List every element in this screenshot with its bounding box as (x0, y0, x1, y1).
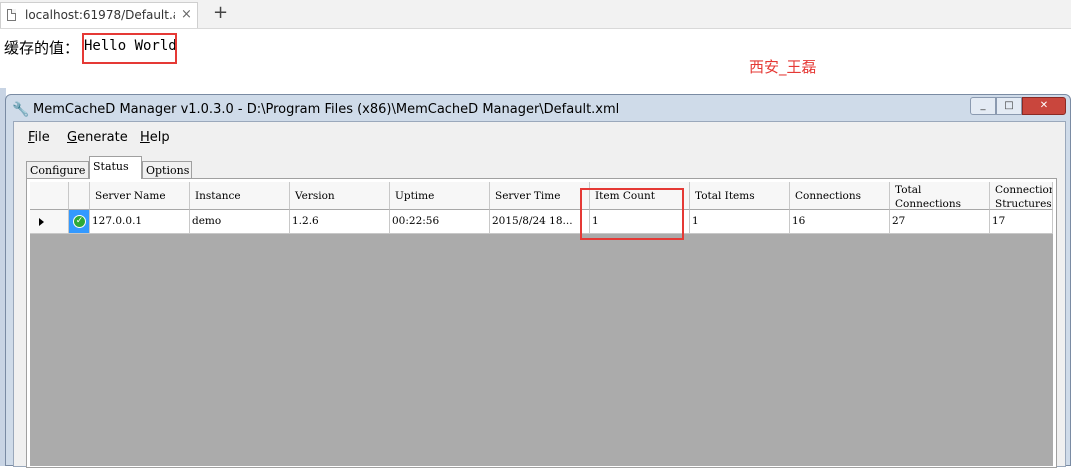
column-header-server-time[interactable]: Server Time (490, 182, 590, 210)
column-header-total-connections[interactable]: Total Connections (890, 182, 990, 210)
highlight-box-cache-value (82, 33, 177, 64)
window-title: MemCacheD Manager v1.0.3.0 - D:\Program … (33, 102, 620, 117)
column-header-version[interactable]: Version (290, 182, 390, 210)
memcached-manager-window: 🔧 MemCacheD Manager v1.0.3.0 - D:\Progra… (5, 94, 1071, 468)
cell-total-items[interactable]: 1 (690, 210, 790, 234)
grid-row-header-corner (30, 182, 69, 210)
browser-tab-strip: localhost:61978/Default.as × + (0, 0, 1071, 29)
column-header-connection-structures[interactable]: Connection Structures (990, 182, 1053, 210)
row-status-cell[interactable]: ✓ (69, 210, 90, 234)
wrench-icon: 🔧 (12, 102, 30, 118)
minimize-button[interactable]: _ (970, 97, 996, 115)
row-header[interactable] (30, 210, 69, 234)
cell-uptime[interactable]: 00:22:56 (390, 210, 490, 234)
column-header-server-name[interactable]: Server Name (90, 182, 190, 210)
cell-version[interactable]: 1.2.6 (290, 210, 390, 234)
current-row-arrow-icon (39, 218, 44, 226)
close-tab-icon[interactable]: × (181, 7, 192, 22)
grid-status-header (69, 182, 90, 210)
status-tab-panel: Server Name Instance Version Uptime Serv… (26, 178, 1057, 468)
tab-options[interactable]: Options (142, 161, 192, 179)
column-header-instance[interactable]: Instance (190, 182, 290, 210)
window-titlebar[interactable]: 🔧 MemCacheD Manager v1.0.3.0 - D:\Progra… (6, 95, 1070, 123)
tab-status[interactable]: Status (89, 156, 142, 179)
column-header-uptime[interactable]: Uptime (390, 182, 490, 210)
cell-connections[interactable]: 16 (790, 210, 890, 234)
cell-server-time[interactable]: 2015/8/24 18... (490, 210, 590, 234)
page-icon (7, 9, 16, 21)
author-watermark: 西安_王磊 (749, 58, 817, 76)
tab-configure[interactable]: Configure (26, 161, 89, 179)
browser-tab-title: localhost:61978/Default.as (25, 8, 175, 22)
menu-file[interactable]: File (28, 130, 50, 145)
maximize-button[interactable]: □ (996, 97, 1022, 115)
new-tab-button[interactable]: + (213, 2, 228, 23)
menu-bar: File Generate Help (14, 122, 1065, 150)
check-circle-icon: ✓ (73, 215, 86, 228)
status-grid[interactable]: Server Name Instance Version Uptime Serv… (30, 182, 1053, 466)
column-header-connections[interactable]: Connections (790, 182, 890, 210)
menu-help[interactable]: Help (140, 130, 170, 145)
column-header-total-items[interactable]: Total Items (690, 182, 790, 210)
highlight-box-item-count (580, 188, 684, 240)
browser-tab[interactable]: localhost:61978/Default.as × (0, 2, 198, 28)
cache-value-label: 缓存的值： (4, 39, 80, 57)
cell-server-name[interactable]: 127.0.0.1 (90, 210, 190, 234)
window-client-area: File Generate Help Configure Status Opti… (13, 121, 1066, 468)
close-window-button[interactable]: ✕ (1022, 97, 1066, 115)
menu-generate[interactable]: Generate (67, 130, 128, 145)
cell-total-connections[interactable]: 27 (890, 210, 990, 234)
cell-connection-structures[interactable]: 17 (990, 210, 1053, 234)
cell-instance[interactable]: demo (190, 210, 290, 234)
